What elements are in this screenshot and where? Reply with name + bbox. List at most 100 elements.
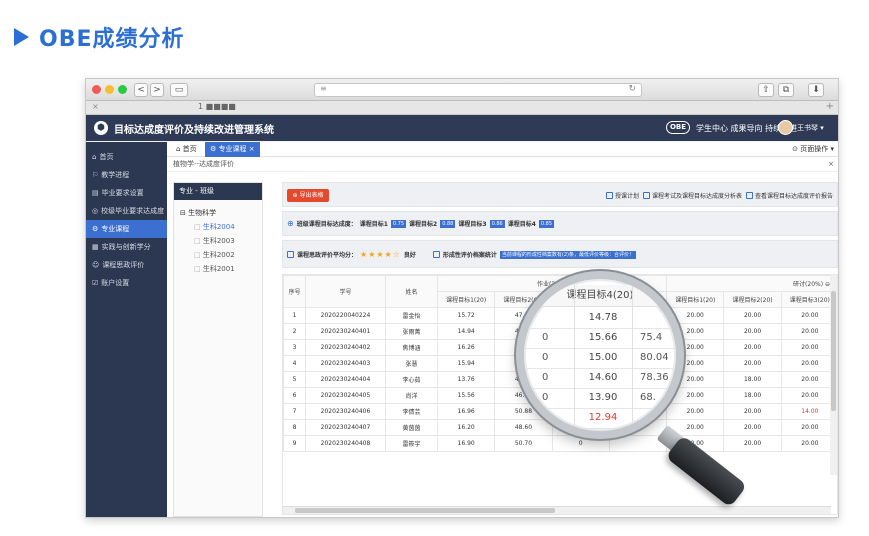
avatar — [778, 120, 793, 135]
back-button[interactable]: < — [134, 83, 148, 97]
cell-score: 18.00 — [723, 371, 782, 388]
tree-class-label: 生科2003 — [202, 237, 235, 245]
stats-label[interactable]: 形成性评价档案统计 — [443, 250, 497, 259]
cell-name: 李心茹 — [385, 371, 438, 388]
cell-seq: 2 — [283, 323, 306, 340]
address-bar[interactable]: ≡ ↻ — [314, 83, 642, 97]
tree-class-1[interactable]: □ 生科2003 — [174, 234, 262, 248]
lens-right-cell: 78.36 — [640, 372, 669, 383]
reload-icon[interactable]: ↻ — [628, 84, 636, 94]
cell-id: 2020230240403 — [305, 355, 386, 372]
cell-seq: 3 — [283, 339, 306, 356]
lens-right-cell: 75.4 — [640, 332, 663, 343]
sidebar-item-label: 教学进程 — [101, 171, 130, 179]
vertical-scroll-thumb[interactable] — [831, 291, 836, 411]
user-menu[interactable]: 王书琴 ▾ — [778, 120, 824, 135]
maximize-window-dot[interactable] — [118, 85, 127, 94]
close-panel-icon[interactable]: × — [828, 157, 834, 172]
tab-close-icon[interactable]: × — [249, 145, 255, 153]
cell-score: 50.70 — [494, 435, 553, 452]
cell-score: 16.20 — [436, 419, 496, 436]
sidebar-item-5[interactable]: ▦ 实践与创新学分 — [86, 238, 167, 256]
cell-name: 尚洋 — [385, 387, 438, 404]
forward-button[interactable]: > — [150, 83, 164, 97]
checkbox-icon[interactable]: □ — [194, 265, 203, 273]
lens-grid-line — [574, 285, 575, 431]
tree-class-2[interactable]: □ 生科2002 — [174, 248, 262, 262]
tab-home[interactable]: ⌂ 首页 — [171, 142, 202, 157]
user-icon: ☑ — [92, 279, 99, 287]
vertical-scrollbar[interactable] — [830, 275, 837, 475]
rating-stars: ★★★★☆ — [360, 250, 401, 259]
cell-id: 2020230240402 — [305, 339, 386, 356]
horizontal-scrollbar[interactable] — [283, 506, 831, 514]
cell-score: 15.72 — [436, 307, 496, 324]
page-operations[interactable]: ⊙ 页面操作 ▾ — [792, 142, 834, 157]
sidebar-item-label: 专业课程 — [101, 225, 130, 233]
toolbar-links: 授课计划 课程考试及课程目标达成度分析表 查看课程目标达成度评价报告 — [605, 191, 833, 200]
target-name-0: 课程目标1 — [359, 221, 388, 228]
sidebar-item-label: 账户设置 — [101, 279, 130, 287]
cell-score: 16.96 — [436, 403, 496, 420]
sidebar-item-7[interactable]: ☑ 账户设置 — [86, 274, 167, 292]
tree-class-0[interactable]: □ 生科2004 — [174, 220, 262, 234]
lens-row: 0 13.90 68. — [524, 389, 676, 409]
share-icon[interactable]: ⇧ — [758, 83, 774, 97]
star-filled-icon: ★ — [360, 250, 369, 259]
tree-header: 专业 - 班级 — [174, 183, 262, 200]
sidebar-item-4[interactable]: ⚙ 专业课程 — [86, 220, 167, 238]
sidebar-item-2[interactable]: ▤ 毕业要求设置 — [86, 184, 167, 202]
lens-row: 12.94 — [524, 409, 676, 429]
checkbox-icon[interactable]: □ — [194, 251, 203, 259]
browser-tab-bar: × 1 ■■■■ + — [86, 101, 838, 115]
minimize-window-dot[interactable] — [105, 85, 114, 94]
cell-score: 20.00 — [723, 307, 782, 324]
new-tab-icon[interactable]: + — [826, 101, 834, 112]
toolbar-link-2[interactable]: 查看课程目标达成度评价报告 — [745, 191, 833, 200]
tree-class-3[interactable]: □ 生科2001 — [174, 262, 262, 276]
document-icon — [642, 192, 650, 199]
slide-title: OBE成绩分析 — [39, 27, 185, 52]
people-icon: ☺ — [92, 261, 100, 269]
obe-badge[interactable]: OBE — [666, 121, 690, 134]
lens-value-cell: 12.94 — [588, 412, 618, 423]
sidebar-item-3[interactable]: ◎ 校级毕业要求达成度 — [86, 202, 167, 220]
cell-name: 张雨菁 — [385, 323, 438, 340]
tree-class-list: □ 生科2004 □ 生科2003 □ 生科2002 □ 生科2001 — [174, 220, 262, 276]
tab-close-icon[interactable]: × — [92, 102, 99, 111]
target-name-3: 课程目标4 — [507, 221, 536, 228]
target-name-2: 课程目标3 — [458, 221, 487, 228]
system-title: 目标达成度评价及持续改进管理系统 — [114, 125, 274, 136]
sidebar-toggle-icon[interactable]: ▭ — [170, 83, 188, 97]
export-button[interactable]: ⊕ 导出表格 — [287, 189, 329, 202]
tree-root[interactable]: ⊟ 生物科学 — [174, 206, 262, 220]
tabs-icon[interactable]: ⧉ — [778, 83, 794, 97]
target-icon: ◎ — [92, 207, 99, 215]
checkbox-icon[interactable]: □ — [194, 223, 203, 231]
sidebar-item-6[interactable]: ☺ 课程思政评价 — [86, 256, 167, 274]
cell-score: 16.90 — [436, 435, 496, 452]
sidebar-item-label: 首页 — [99, 153, 114, 161]
tab-course[interactable]: ⚙ 专业课程 × — [205, 142, 260, 157]
checkbox-icon[interactable]: □ — [194, 237, 203, 245]
table-row[interactable]: 9 2020230240408 雷筱宇 16.90 50.70 0 20.00 20.00 20… — [283, 435, 837, 452]
toolbar-link-0[interactable]: 授课计划 — [605, 191, 639, 200]
cell-seq: 6 — [283, 387, 306, 404]
lens-left-cell: 0 — [542, 332, 549, 343]
content-tabs: ⌂ 首页 ⚙ 专业课程 × ⊙ 页面操作 ▾ — [167, 142, 838, 157]
cell-seq: 4 — [283, 355, 306, 372]
class-tree: 专业 - 班级 ⊟ 生物科学 □ 生科2004 □ 生科2003 □ 生科2002 □… — [173, 182, 263, 517]
star-filled-icon: ★ — [384, 250, 393, 259]
cell-score: 15.94 — [436, 355, 496, 372]
close-window-dot[interactable] — [92, 85, 101, 94]
sidebar-item-0[interactable]: ⌂ 首页 — [86, 148, 167, 166]
target-icon: ⊕ — [287, 219, 294, 228]
sidebar-item-1[interactable]: ⚐ 教学进程 — [86, 166, 167, 184]
browser-tab-title[interactable]: 1 ■■■■ — [198, 102, 236, 111]
toolbar-link-1[interactable]: 课程考试及课程目标达成度分析表 — [642, 191, 742, 200]
document-icon — [745, 192, 753, 199]
download-icon[interactable]: ⬇ — [808, 83, 824, 97]
horizontal-scroll-thumb[interactable] — [295, 508, 555, 513]
chart-icon — [287, 251, 294, 258]
sidebar-item-label: 毕业要求设置 — [101, 189, 144, 197]
